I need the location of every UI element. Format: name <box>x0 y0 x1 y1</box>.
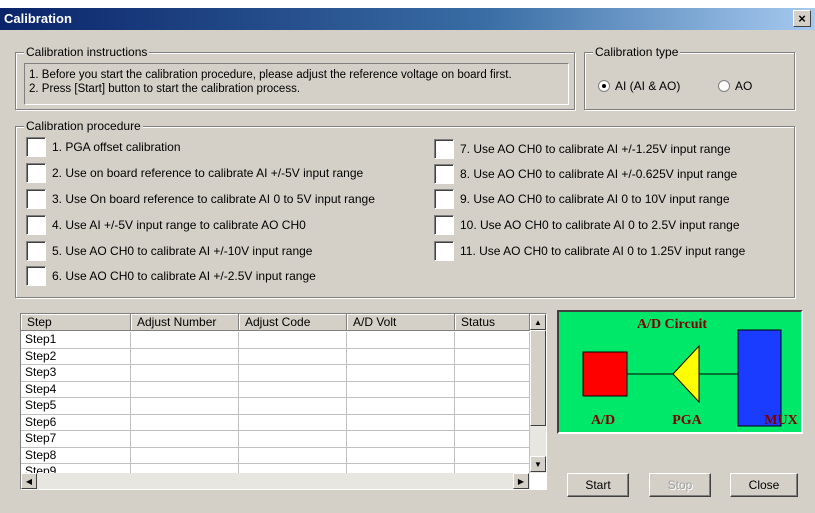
step-checkbox-5[interactable]: 5. Use AO CH0 to calibrate AI +/-10V inp… <box>26 241 312 261</box>
radio-unselected-icon <box>718 80 730 92</box>
radio-ai[interactable]: AI (AI & AO) <box>598 79 680 93</box>
column-header-adjust-number[interactable]: Adjust Number <box>131 314 239 331</box>
step-checkbox-2[interactable]: 2. Use on board reference to calibrate A… <box>26 163 363 183</box>
instruction-line-2: 2. Press [Start] button to start the cal… <box>29 83 301 95</box>
table-row[interactable]: Step4 <box>21 381 530 398</box>
vertical-scrollbar[interactable]: ▲ ▼ <box>530 314 546 473</box>
ad-label: A/D <box>591 413 615 428</box>
stop-button[interactable]: Stop <box>649 473 711 497</box>
background-strip <box>0 0 815 8</box>
scroll-right-icon[interactable]: ▶ <box>513 473 529 489</box>
column-header-step[interactable]: Step <box>21 314 131 331</box>
scroll-down-icon[interactable]: ▼ <box>530 456 546 472</box>
table-body: Step1 Step2 Step3 Step4 Step5 Step6 Step… <box>21 332 530 481</box>
step-checkbox-10[interactable]: 10. Use AO CH0 to calibrate AI 0 to 2.5V… <box>434 215 740 235</box>
step-checkbox-9[interactable]: 9. Use AO CH0 to calibrate AI 0 to 10V i… <box>434 189 730 209</box>
mux-label: MUX <box>764 413 797 428</box>
calibration-type-group: Calibration type AI (AI & AO) AO <box>584 45 795 110</box>
column-header-status[interactable]: Status <box>455 314 530 331</box>
step-checkbox-3[interactable]: 3. Use On board reference to calibrate A… <box>26 189 375 209</box>
step-checkbox-7[interactable]: 7. Use AO CH0 to calibrate AI +/-1.25V i… <box>434 139 731 159</box>
circuit-title: A/D Circuit <box>637 317 707 332</box>
procedure-group: Calibration procedure 1. PGA offset cali… <box>15 119 795 298</box>
title-bar[interactable]: Calibration × <box>0 8 815 30</box>
instructions-label: Calibration instructions <box>24 45 150 59</box>
scroll-left-icon[interactable]: ◀ <box>21 473 37 489</box>
step-checkbox-1[interactable]: 1. PGA offset calibration <box>26 137 181 157</box>
radio-ao-label: AO <box>735 79 753 93</box>
table-row[interactable]: Step2 <box>21 348 530 365</box>
step-table[interactable]: Step Adjust Number Adjust Code A/D Volt … <box>20 313 547 490</box>
radio-selected-icon <box>598 80 610 92</box>
instruction-line-1: 1. Before you start the calibration proc… <box>29 69 512 81</box>
pga-amplifier-icon <box>672 344 700 404</box>
calibration-type-label: Calibration type <box>593 45 681 59</box>
ad-circuit-diagram: A/D Circuit A/D PGA MUX <box>557 310 803 434</box>
table-row[interactable]: Step3 <box>21 365 530 382</box>
start-button[interactable]: Start <box>567 473 629 497</box>
table-row[interactable]: Step6 <box>21 414 530 431</box>
step-checkbox-8[interactable]: 8. Use AO CH0 to calibrate AI +/-0.625V … <box>434 164 737 184</box>
column-header-ad-volt[interactable]: A/D Volt <box>347 314 455 331</box>
procedure-label: Calibration procedure <box>24 119 143 133</box>
horizontal-scrollbar[interactable]: ◀ ▶ <box>21 473 530 489</box>
circuit-drawing: A/D Circuit A/D PGA MUX <box>582 317 798 428</box>
scroll-thumb[interactable] <box>530 330 546 426</box>
step-checkbox-4[interactable]: 4. Use AI +/-5V input range to calibrate… <box>26 215 306 235</box>
instructions-text: 1. Before you start the calibration proc… <box>24 63 569 105</box>
table-row[interactable]: Step7 <box>21 431 530 448</box>
radio-ao[interactable]: AO <box>718 79 752 93</box>
ad-block <box>582 351 628 397</box>
pga-label: PGA <box>672 413 702 428</box>
mux-block <box>737 329 782 427</box>
scroll-up-icon[interactable]: ▲ <box>530 314 546 330</box>
table-row[interactable]: Step5 <box>21 398 530 415</box>
step-checkbox-6[interactable]: 6. Use AO CH0 to calibrate AI +/-2.5V in… <box>26 266 316 286</box>
instructions-group: Calibration instructions 1. Before you s… <box>15 45 575 110</box>
window-title: Calibration <box>4 11 72 26</box>
table-header: Step Adjust Number Adjust Code A/D Volt … <box>21 314 530 331</box>
column-header-adjust-code[interactable]: Adjust Code <box>239 314 347 331</box>
step-checkbox-11[interactable]: 11. Use AO CH0 to calibrate AI 0 to 1.25… <box>434 241 745 261</box>
radio-ai-label: AI (AI & AO) <box>615 79 681 93</box>
table-row[interactable]: Step8 <box>21 447 530 464</box>
close-icon[interactable]: × <box>793 10 811 27</box>
calibration-window: Calibration × Calibration instructions 1… <box>0 0 815 513</box>
table-row[interactable]: Step1 <box>21 332 530 349</box>
close-button[interactable]: Close <box>730 473 798 497</box>
